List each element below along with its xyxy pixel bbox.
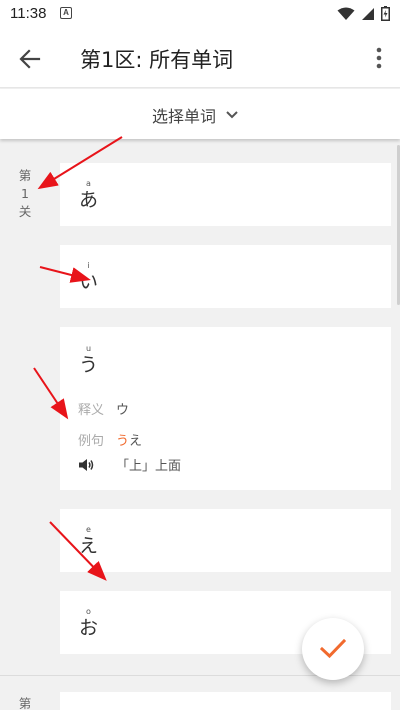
section-label-char: 第	[18, 168, 32, 183]
wifi-icon	[337, 7, 355, 20]
more-vertical-icon[interactable]	[376, 47, 382, 69]
notification-icon: A	[60, 7, 72, 19]
romaji-label: o	[86, 607, 91, 616]
confirm-button[interactable]	[302, 618, 364, 680]
section-label-char: 第	[18, 696, 32, 710]
example-label: 例句	[78, 434, 105, 449]
select-words-label: 选择单词	[152, 107, 217, 126]
check-icon	[320, 639, 346, 659]
example-translation-row: 「上」上面	[78, 455, 181, 474]
word-card-u[interactable]: u う 释义 ウ 例句 うえ 「上」上面	[60, 327, 391, 490]
meaning-value: ウ	[116, 403, 130, 418]
section-label-char: 关	[18, 204, 32, 219]
arrow-left-icon[interactable]	[17, 46, 43, 72]
romaji-label: u	[85, 344, 92, 353]
romaji-label: a	[86, 179, 91, 188]
status-time: 11:38	[10, 5, 47, 22]
kana-character: う	[79, 354, 99, 376]
romaji-label: e	[86, 525, 91, 534]
kana-character: あ	[79, 189, 99, 211]
status-bar: 11:38 A	[0, 0, 400, 28]
meaning-label: 释义	[78, 403, 105, 418]
select-words-dropdown[interactable]: 选择单词	[152, 103, 238, 127]
word-card-i[interactable]: i い	[60, 245, 391, 308]
page-title: 第1区: 所有单词	[80, 48, 234, 72]
example-rest: え	[129, 434, 143, 449]
section-label-char: 1	[21, 186, 29, 201]
app-bar: 第1区: 所有单词	[0, 28, 400, 88]
kana-character: え	[79, 535, 99, 557]
kana-character: お	[79, 617, 99, 639]
kana-character: い	[79, 271, 99, 293]
section-label-level-2: 第	[17, 695, 33, 710]
section-label-level-1: 第 1 关	[17, 167, 33, 221]
example-row: 例句 うえ	[78, 430, 142, 449]
speaker-icon[interactable]	[78, 458, 95, 472]
meaning-row: 释义 ウ	[78, 399, 129, 418]
chevron-down-icon	[226, 111, 238, 119]
signal-icon	[362, 7, 374, 20]
romaji-label: i	[87, 261, 90, 270]
word-selector-bar: 选择单词	[0, 89, 400, 139]
example-translation: 「上」上面	[116, 459, 182, 474]
word-card-next[interactable]	[60, 692, 391, 710]
word-card-e[interactable]: e え	[60, 509, 391, 572]
example-highlight: う	[116, 434, 130, 449]
word-card-a[interactable]: a あ	[60, 163, 391, 226]
battery-icon	[381, 6, 390, 21]
